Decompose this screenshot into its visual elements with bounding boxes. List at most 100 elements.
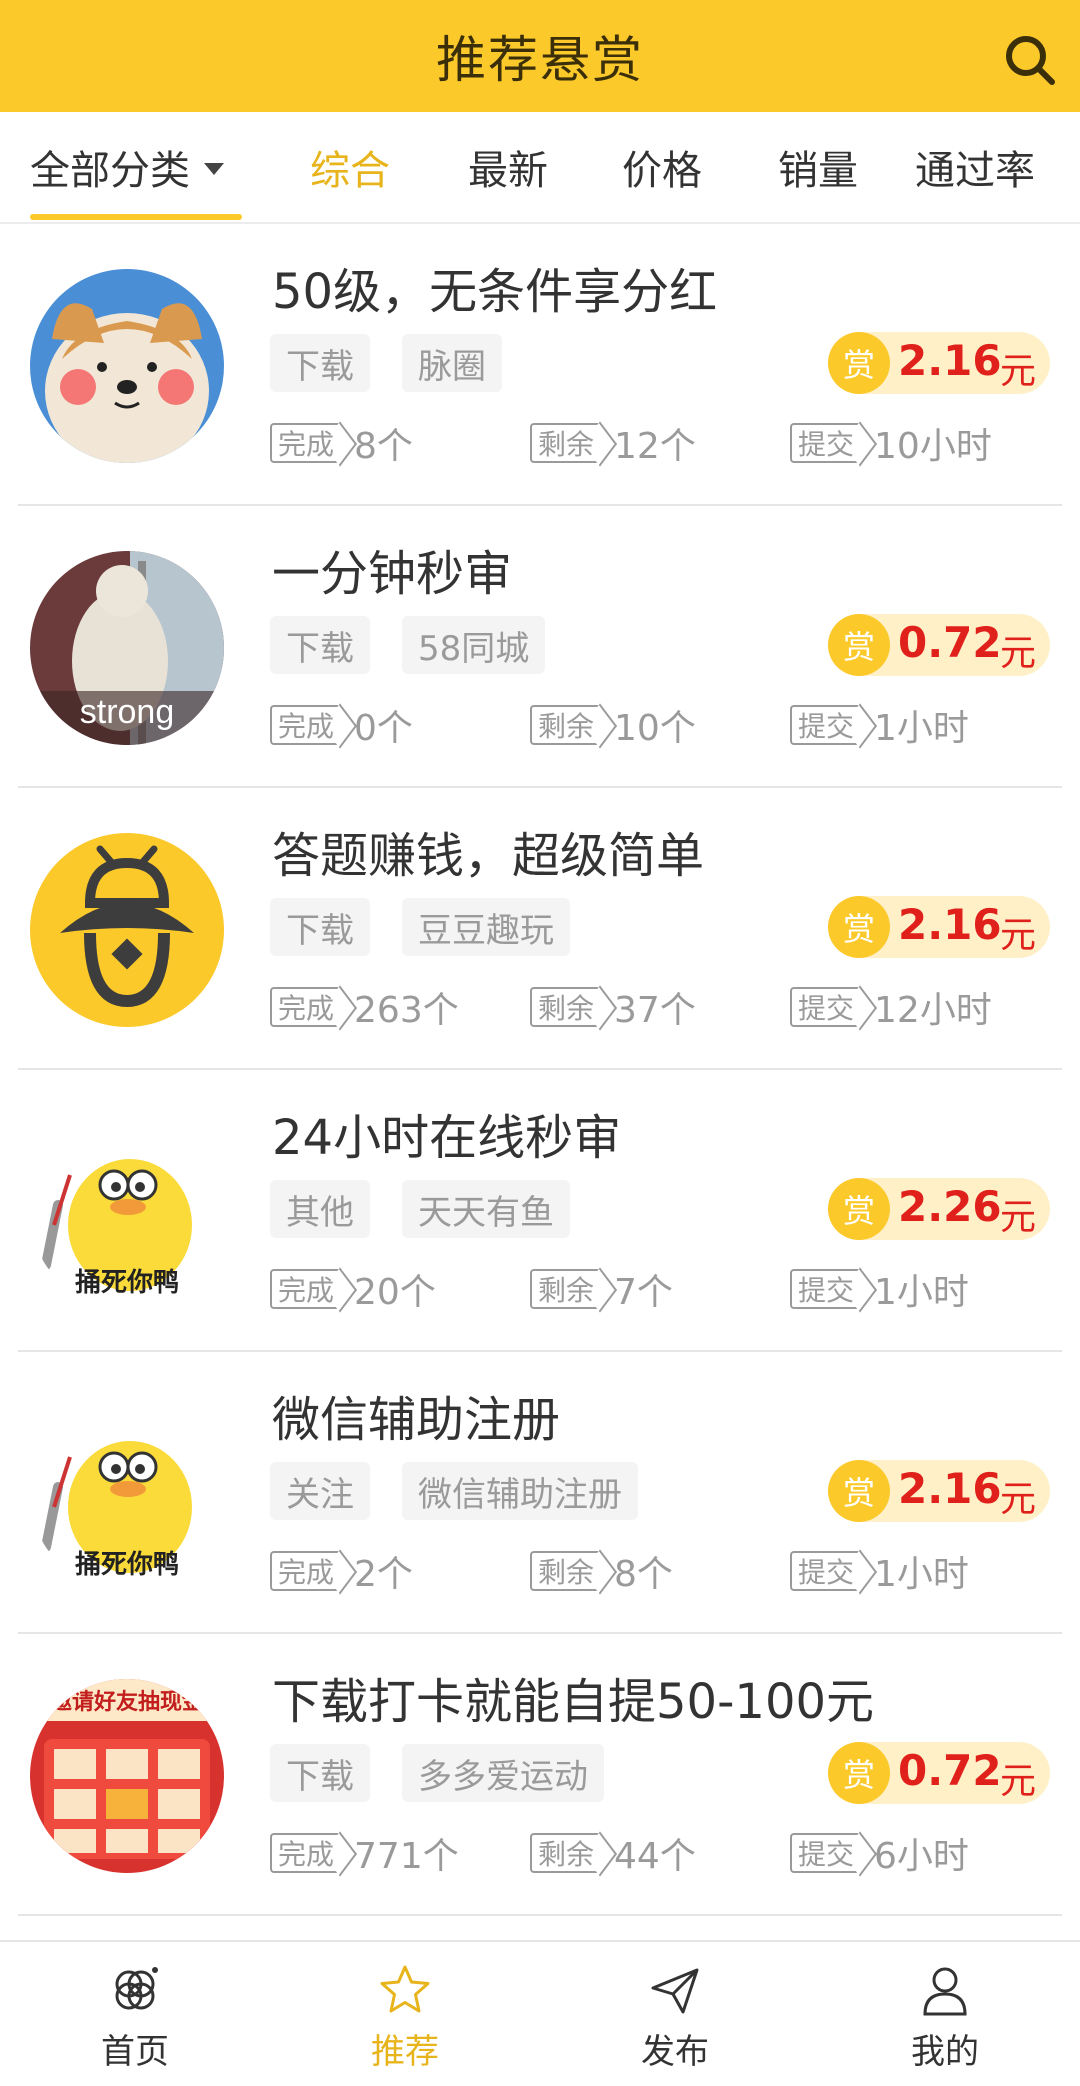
completed-label: 完成 xyxy=(278,1274,335,1307)
search-icon[interactable] xyxy=(1002,32,1058,88)
shiba-dog-avatar xyxy=(30,269,224,463)
home-icon xyxy=(115,1967,158,2010)
avatar-caption: 捅死你鸭 xyxy=(75,1549,179,1580)
remaining-stat: 剩余 10个 xyxy=(530,702,696,749)
completed-stat: 完成 0个 xyxy=(270,702,413,749)
remaining-value: 8个 xyxy=(614,1554,673,1595)
avatar-caption: 捅死你鸭 xyxy=(75,1267,179,1298)
remaining-label: 剩余 xyxy=(538,1274,595,1307)
star-icon xyxy=(380,1965,430,2013)
task-type-tag: 其他 xyxy=(270,1180,370,1238)
submit-value: 12小时 xyxy=(874,990,992,1031)
remaining-value: 10个 xyxy=(614,708,696,749)
reward-amount: 2.16 xyxy=(898,900,1002,949)
tab-comprehensive[interactable]: 综合 xyxy=(282,112,418,222)
completed-label: 完成 xyxy=(278,1556,335,1589)
task-item[interactable]: 捅死你鸭 微信辅助注册 关注 微信辅助注册 赏 2.16 元 完成 2个 剩余 8个… xyxy=(0,1352,1080,1634)
completed-label: 完成 xyxy=(278,1838,335,1871)
task-item[interactable]: strong 一分钟秒审 下载 58同城 赏 0.72 元 完成 0个 剩余 10个… xyxy=(0,506,1080,788)
reward-coin-icon: 赏 xyxy=(828,1178,890,1240)
submit-time-stat: 提交 1小时 xyxy=(790,702,969,749)
nav-home[interactable]: 首页 xyxy=(0,1942,270,2086)
submit-label: 提交 xyxy=(798,1838,855,1871)
reward-unit: 元 xyxy=(1000,1761,1037,1802)
remaining-label: 剩余 xyxy=(538,428,595,461)
reward-unit: 元 xyxy=(1000,1197,1037,1238)
remaining-stat: 剩余 7个 xyxy=(530,1266,673,1313)
reward-amount: 2.16 xyxy=(898,1464,1002,1513)
completed-label: 完成 xyxy=(278,428,335,461)
nav-recommend[interactable]: 推荐 xyxy=(270,1942,540,2086)
bottom-nav: 首页 推荐 发布 我的 xyxy=(0,1940,1080,2084)
tab-price[interactable]: 价格 xyxy=(594,112,730,222)
reward-unit: 元 xyxy=(1000,633,1037,674)
divider xyxy=(18,1914,1062,1916)
task-title: 下载打卡就能自提50-100元 xyxy=(272,1674,875,1730)
reward-amount: 0.72 xyxy=(898,618,1002,667)
task-type-tag: 下载 xyxy=(270,1744,370,1802)
category-dropdown-label: 全部分类 xyxy=(30,148,190,194)
completed-label: 完成 xyxy=(278,710,335,743)
nav-publish-label: 发布 xyxy=(641,2032,709,2072)
reward-unit: 元 xyxy=(1000,1479,1037,1520)
task-item[interactable]: 捅死你鸭 24小时在线秒审 其他 天天有鱼 赏 2.26 元 完成 20个 剩余 7… xyxy=(0,1070,1080,1352)
tab-pass-rate[interactable]: 通过率 xyxy=(900,112,1050,222)
task-title: 微信辅助注册 xyxy=(272,1392,561,1448)
submit-value: 1小时 xyxy=(874,708,969,749)
task-item[interactable]: 50级，无条件享分红 下载 脉圈 赏 2.16 元 完成 8个 剩余 12个 提交 1… xyxy=(0,224,1080,506)
remaining-label: 剩余 xyxy=(538,710,595,743)
reward-badge: 赏 0.72 元 xyxy=(828,1742,1050,1804)
tab-latest[interactable]: 最新 xyxy=(440,112,576,222)
send-icon xyxy=(651,1968,699,2014)
reward-unit: 元 xyxy=(1000,351,1037,392)
reward-badge: 赏 2.16 元 xyxy=(828,896,1050,958)
reward-coin-icon: 赏 xyxy=(828,896,890,958)
nav-home-label: 首页 xyxy=(101,2032,169,2072)
caret-down-icon xyxy=(204,163,224,175)
completed-stat: 完成 263个 xyxy=(270,984,459,1031)
remaining-stat: 剩余 8个 xyxy=(530,1548,673,1595)
nav-publish[interactable]: 发布 xyxy=(540,1942,810,2086)
nav-mine[interactable]: 我的 xyxy=(810,1942,1080,2086)
category-dropdown[interactable]: 全部分类 xyxy=(30,112,244,222)
task-title: 答题赚钱，超级简单 xyxy=(272,828,705,884)
duck-knife-avatar: 捅死你鸭 xyxy=(30,1397,224,1591)
submit-time-stat: 提交 10小时 xyxy=(790,420,992,467)
reward-badge: 赏 2.16 元 xyxy=(828,1460,1050,1522)
reward-coin-icon: 赏 xyxy=(828,1460,890,1522)
remaining-value: 7个 xyxy=(614,1272,673,1313)
page-title: 推荐悬赏 xyxy=(436,31,644,89)
completed-value: 0个 xyxy=(354,708,413,749)
task-type-tag: 下载 xyxy=(270,616,370,674)
invite-friends-avatar: 邀请好友抽现金 xyxy=(30,1679,224,1873)
remaining-stat: 剩余 37个 xyxy=(530,984,696,1031)
duck-knife-avatar: 捅死你鸭 xyxy=(30,1115,224,1309)
completed-label: 完成 xyxy=(278,992,335,1025)
task-item[interactable]: 邀请好友抽现金 下载打卡就能自提50-100元 下载 多多爱运动 赏 0.72 … xyxy=(0,1634,1080,1916)
nav-recommend-label: 推荐 xyxy=(371,2032,439,2072)
reward-coin-icon: 赏 xyxy=(828,1742,890,1804)
submit-time-stat: 提交 6小时 xyxy=(790,1830,969,1877)
active-tab-underline xyxy=(30,214,242,220)
remaining-value: 12个 xyxy=(614,426,696,467)
avatar-caption: 邀请好友抽现金 xyxy=(50,1689,205,1715)
remaining-value: 37个 xyxy=(614,990,696,1031)
completed-value: 771个 xyxy=(354,1836,459,1877)
task-type-tag: 下载 xyxy=(270,334,370,392)
reward-unit: 元 xyxy=(1000,915,1037,956)
reward-coin-icon: 赏 xyxy=(828,332,890,394)
reward-amount: 0.72 xyxy=(898,1746,1002,1795)
nav-mine-label: 我的 xyxy=(911,2032,979,2072)
task-app-tag: 脉圈 xyxy=(402,334,502,392)
completed-value: 2个 xyxy=(354,1554,413,1595)
reward-amount: 2.16 xyxy=(898,336,1002,385)
reward-coin-icon: 赏 xyxy=(828,614,890,676)
avatar-caption: strong xyxy=(80,693,175,731)
strong-cat-avatar: strong xyxy=(30,551,224,745)
task-app-tag: 天天有鱼 xyxy=(402,1180,570,1238)
reward-badge: 赏 0.72 元 xyxy=(828,614,1050,676)
task-item[interactable]: 答题赚钱，超级简单 下载 豆豆趣玩 赏 2.16 元 完成 263个 剩余 37个 … xyxy=(0,788,1080,1070)
submit-value: 10小时 xyxy=(874,426,992,467)
tab-sales[interactable]: 销量 xyxy=(750,112,886,222)
sort-tabs: 全部分类 综合 最新 价格 销量 通过率 xyxy=(0,112,1080,224)
